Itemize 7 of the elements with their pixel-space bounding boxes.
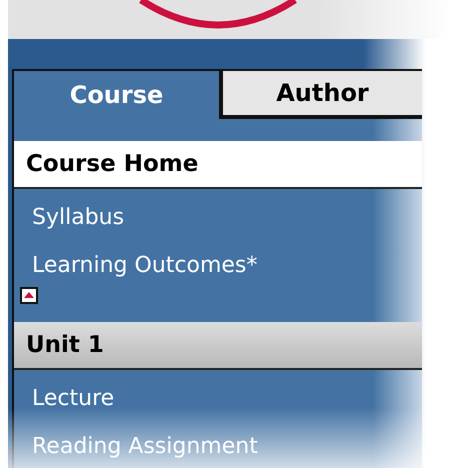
nav-link[interactable]: Lecture xyxy=(32,382,114,416)
nav-link[interactable]: Syllabus xyxy=(32,201,124,235)
section-header[interactable]: Course Home xyxy=(14,141,422,189)
tab[interactable]: Course xyxy=(14,71,219,119)
tab[interactable]: Author xyxy=(219,71,422,119)
section-header[interactable]: Unit 1 xyxy=(14,322,422,370)
nav-link[interactable]: Learning Outcomes* xyxy=(32,249,258,283)
